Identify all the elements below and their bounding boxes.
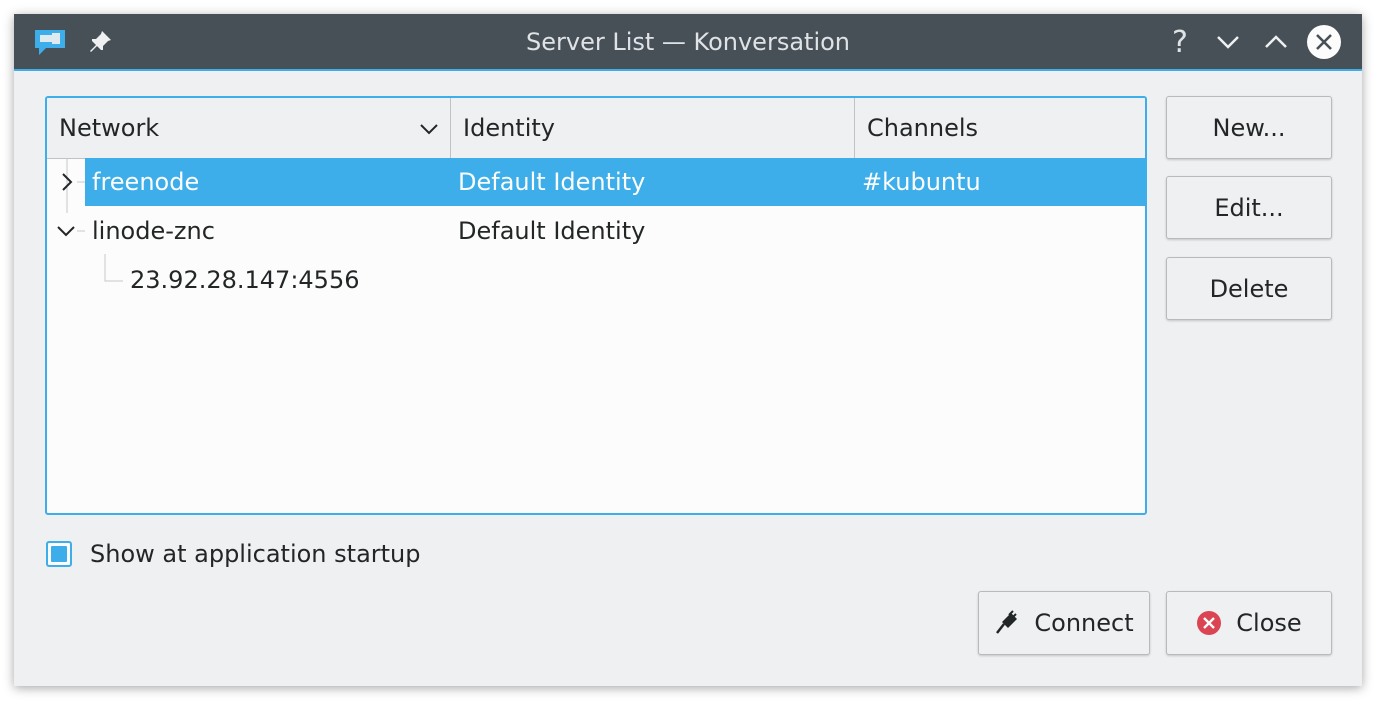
close-circle-icon bbox=[1196, 610, 1222, 636]
connect-plug-icon bbox=[994, 610, 1020, 636]
startup-checkbox[interactable] bbox=[46, 541, 72, 567]
column-header-identity[interactable]: Identity bbox=[451, 98, 855, 158]
network-name: linode-znc bbox=[92, 217, 215, 245]
identity-name: Default Identity bbox=[458, 168, 646, 196]
server-address: 23.92.28.147:4556 bbox=[130, 266, 360, 294]
checkbox-check-mark bbox=[51, 546, 67, 562]
delete-button[interactable]: Delete bbox=[1166, 257, 1332, 320]
chevron-right-icon[interactable] bbox=[55, 170, 79, 194]
column-header-network-label: Network bbox=[59, 114, 160, 142]
chevron-down-icon[interactable] bbox=[53, 219, 79, 243]
close-icon bbox=[1307, 25, 1341, 59]
sort-chevron-down-icon bbox=[420, 124, 438, 135]
close-button[interactable]: Close bbox=[1166, 591, 1332, 655]
column-header-network[interactable]: Network bbox=[47, 98, 451, 158]
server-list-dialog: Server List — Konversation ? Network Ide… bbox=[14, 14, 1362, 686]
connect-button-label: Connect bbox=[1034, 609, 1134, 637]
connect-button[interactable]: Connect bbox=[978, 591, 1150, 655]
maximize-button[interactable] bbox=[1258, 24, 1294, 60]
titlebar-accent-line bbox=[14, 69, 1362, 71]
edit-button[interactable]: Edit... bbox=[1166, 176, 1332, 239]
server-row-linode-znc[interactable]: linode-znc Default Identity bbox=[47, 207, 1145, 255]
server-row-child[interactable]: 23.92.28.147:4556 bbox=[47, 256, 1145, 304]
column-header-channels-label: Channels bbox=[867, 114, 979, 142]
startup-checkbox-row[interactable]: Show at application startup bbox=[46, 538, 421, 570]
identity-name: Default Identity bbox=[458, 217, 646, 245]
column-header-identity-label: Identity bbox=[463, 114, 555, 142]
network-name: freenode bbox=[92, 168, 200, 196]
close-button-label: Close bbox=[1236, 609, 1302, 637]
title-bar: Server List — Konversation ? bbox=[14, 14, 1362, 71]
close-window-button[interactable] bbox=[1306, 24, 1342, 60]
help-button[interactable]: ? bbox=[1162, 24, 1198, 60]
chevron-down-icon bbox=[1217, 36, 1239, 49]
channel-name: #kubuntu bbox=[862, 168, 981, 196]
server-tree[interactable]: Network Identity Channels freenode Defau… bbox=[45, 96, 1147, 515]
new-button[interactable]: New... bbox=[1166, 96, 1332, 159]
tree-header: Network Identity Channels bbox=[47, 98, 1145, 159]
startup-checkbox-label[interactable]: Show at application startup bbox=[90, 540, 421, 568]
column-header-channels[interactable]: Channels bbox=[855, 98, 1145, 158]
chevron-up-icon bbox=[1265, 35, 1287, 48]
server-row-freenode[interactable]: freenode Default Identity #kubuntu bbox=[47, 158, 1145, 206]
window-title: Server List — Konversation bbox=[526, 28, 850, 56]
minimize-button[interactable] bbox=[1210, 24, 1246, 60]
